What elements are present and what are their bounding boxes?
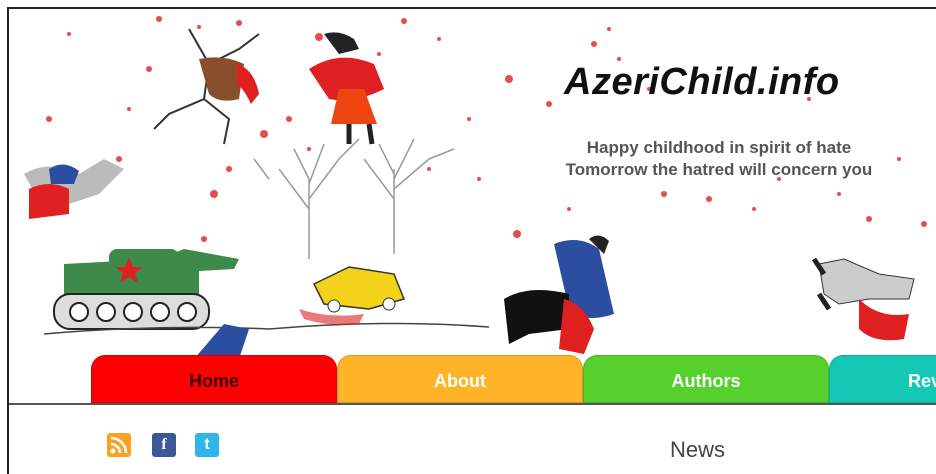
site-tagline: Happy childhood in spirit of hate Tomorr… [514, 137, 924, 181]
tagline-line-1: Happy childhood in spirit of hate [586, 138, 852, 157]
tab-home[interactable]: Home [91, 355, 337, 403]
section-title-news: News [670, 437, 726, 462]
tab-reviews[interactable]: Rev [829, 355, 936, 403]
page-frame: AzeriChild.info Happy childhood in spiri… [7, 7, 936, 474]
twitter-icon[interactable]: t [195, 433, 219, 457]
tab-about[interactable]: About [337, 355, 583, 403]
header-banner: AzeriChild.info Happy childhood in spiri… [9, 9, 936, 404]
rss-icon[interactable] [107, 433, 131, 457]
header-divider [9, 403, 936, 405]
facebook-icon[interactable]: f [152, 433, 176, 457]
main-navigation: Home About Authors Rev [91, 355, 936, 403]
tagline-line-2: Tomorrow the hatred will concern you [565, 160, 873, 179]
site-title[interactable]: AzeriChild.info [564, 61, 840, 104]
tab-authors[interactable]: Authors [583, 355, 829, 403]
